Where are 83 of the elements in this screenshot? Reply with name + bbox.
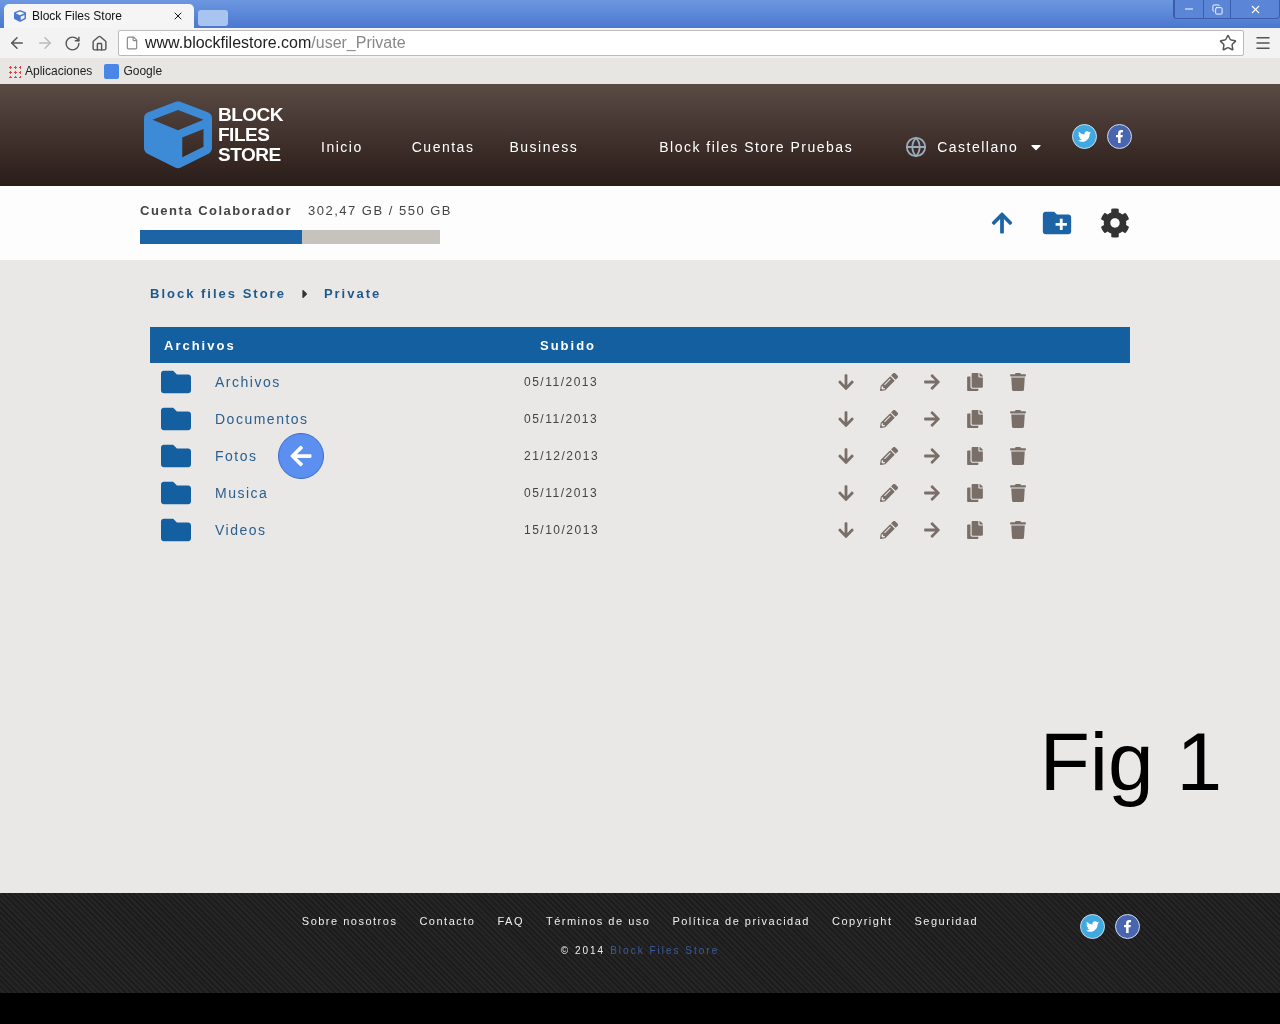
move-icon[interactable]	[923, 372, 941, 391]
logo-text: BLOCK FILES STORE	[218, 105, 284, 165]
facebook-icon[interactable]	[1107, 123, 1133, 149]
pencil-icon[interactable]	[880, 520, 898, 539]
folder-link[interactable]: Archivos	[215, 373, 281, 390]
move-icon[interactable]	[923, 520, 941, 539]
upload-date: 21/12/2013	[524, 448, 601, 463]
facebook-icon[interactable]	[1115, 914, 1140, 939]
nav-link[interactable]: Block files Store Pruebas	[659, 115, 854, 155]
pencil-icon[interactable]	[880, 483, 898, 502]
nav-link[interactable]: Inicio	[321, 115, 363, 155]
footer-link[interactable]: Política de privacidad	[672, 915, 810, 927]
upload-date: 05/11/2013	[524, 485, 600, 500]
bookmark[interactable]: Google	[104, 63, 163, 79]
folder-link[interactable]: Musica	[215, 484, 269, 501]
column-header: Archivos	[163, 337, 237, 353]
footer-link[interactable]: Seguridad	[914, 915, 979, 927]
bookmark[interactable]: Aplicaciones	[8, 64, 93, 78]
copy-icon[interactable]	[966, 409, 984, 428]
download-icon[interactable]	[837, 372, 855, 391]
folder-link[interactable]: Documentos	[215, 410, 309, 427]
trash-icon[interactable]	[1009, 372, 1027, 391]
upload-date: 05/11/2013	[524, 411, 600, 426]
copy-icon[interactable]	[966, 520, 984, 539]
nav-link[interactable]: Business	[509, 115, 579, 155]
storage-usage: 302,47 GB / 550 GB	[307, 202, 453, 218]
copy-icon[interactable]	[966, 483, 984, 502]
account-type: Cuenta Colaborador	[140, 202, 292, 218]
language-selector[interactable]: Castellano	[905, 112, 1045, 158]
cube-icon	[14, 10, 26, 22]
download-icon[interactable]	[837, 520, 855, 539]
copy-icon[interactable]	[966, 372, 984, 391]
download-icon[interactable]	[837, 409, 855, 428]
home-icon[interactable]	[91, 34, 108, 52]
footer-link[interactable]: Sobre nosotros	[301, 915, 398, 927]
move-icon[interactable]	[923, 409, 941, 428]
pencil-icon[interactable]	[880, 446, 898, 465]
upload-date: 05/11/2013	[524, 374, 600, 389]
page-icon	[125, 36, 139, 50]
menu-icon[interactable]	[1254, 34, 1272, 52]
url-host: www.blockfilestore.com	[145, 34, 312, 52]
trash-icon[interactable]	[1009, 446, 1027, 465]
footer-link[interactable]: Copyright	[831, 915, 893, 927]
footer-link[interactable]: Contacto	[419, 915, 476, 927]
download-icon[interactable]	[837, 446, 855, 465]
trash-icon[interactable]	[1009, 483, 1027, 502]
nav-link[interactable]: Cuentas	[411, 115, 475, 155]
pencil-icon[interactable]	[880, 409, 898, 428]
browser-tab[interactable]: Block Files Store	[4, 4, 194, 28]
figure-label: Fig 1	[1039, 715, 1222, 809]
apps-grid-icon	[8, 64, 21, 78]
address-bar[interactable]: www.blockfilestore.com/user_Private	[118, 30, 1244, 56]
folder-link[interactable]: Fotos	[215, 447, 258, 464]
globe-icon	[905, 136, 928, 158]
settings-icon[interactable]	[1100, 208, 1130, 238]
language-label: Castellano	[937, 139, 1019, 155]
breadcrumb-link[interactable]: Private	[323, 286, 382, 301]
copy-icon[interactable]	[966, 446, 984, 465]
google-icon	[104, 63, 120, 79]
footer-link[interactable]: FAQ	[497, 915, 524, 927]
upload-date: 15/10/2013	[524, 522, 601, 537]
tab-title: Block Files Store	[32, 9, 124, 23]
restore-icon[interactable]	[1211, 3, 1223, 15]
upload-icon[interactable]	[990, 211, 1014, 235]
download-icon[interactable]	[837, 483, 855, 502]
footer-link[interactable]: Términos de uso	[545, 915, 651, 927]
column-header: Subido	[540, 337, 598, 353]
trash-icon[interactable]	[1009, 409, 1027, 428]
move-icon[interactable]	[923, 446, 941, 465]
back-icon[interactable]	[8, 34, 26, 52]
close-icon[interactable]	[172, 10, 184, 22]
copyright: © 2014	[560, 945, 606, 956]
trash-icon[interactable]	[1009, 520, 1027, 539]
folder-link[interactable]: Videos	[215, 521, 267, 538]
reload-icon[interactable]	[64, 34, 81, 52]
pencil-icon[interactable]	[880, 372, 898, 391]
breadcrumb-link[interactable]: Block files Store	[150, 286, 286, 301]
twitter-icon[interactable]	[1080, 914, 1105, 939]
cube-logo-icon	[144, 101, 212, 169]
move-icon[interactable]	[923, 483, 941, 502]
twitter-icon[interactable]	[1072, 123, 1098, 149]
url-path: /user_Private	[311, 34, 406, 52]
star-icon[interactable]	[1219, 34, 1237, 52]
